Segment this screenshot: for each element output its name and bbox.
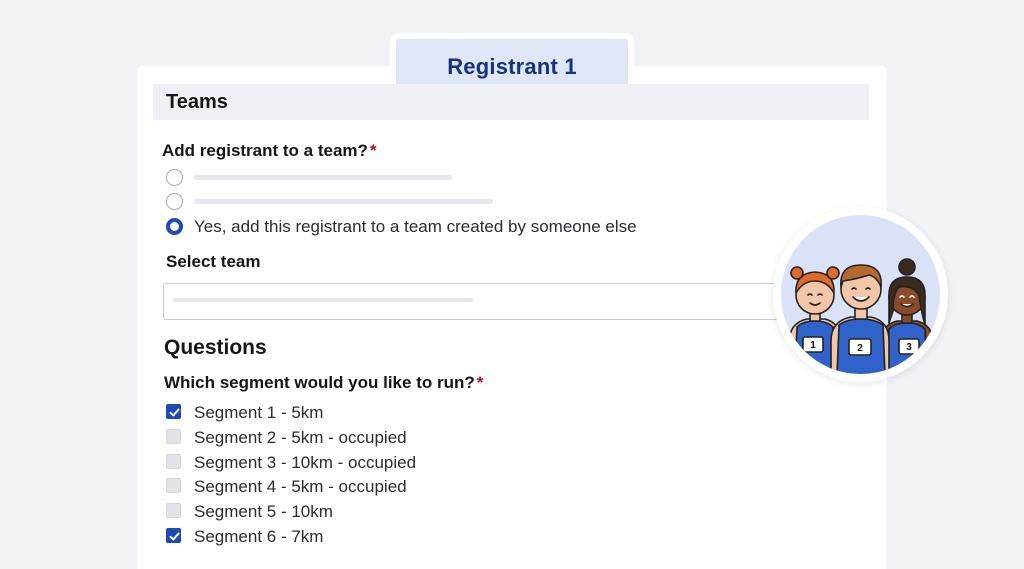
team-avatar: 1 2 3 bbox=[773, 207, 948, 382]
segment-1-checkbox[interactable] bbox=[166, 404, 181, 419]
segment-3-checkbox bbox=[166, 454, 181, 469]
add-to-team-label: Add registrant to a team? * bbox=[162, 141, 377, 161]
segment-question-label: Which segment would you like to run? * bbox=[164, 373, 483, 393]
segment-3-label: Segment 3 - 10km - occupied bbox=[194, 453, 417, 472]
bib-2-label: 2 bbox=[857, 343, 863, 354]
team-option-1-placeholder bbox=[194, 175, 452, 180]
select-team-label: Select team bbox=[166, 252, 261, 271]
required-mark: * bbox=[476, 373, 484, 392]
team-option-3-label[interactable]: Yes, add this registrant to a team creat… bbox=[194, 217, 637, 237]
segment-2-checkbox bbox=[166, 429, 181, 444]
bib-1-label: 1 bbox=[810, 340, 816, 351]
required-mark: * bbox=[369, 141, 377, 160]
team-option-3-radio[interactable] bbox=[166, 218, 183, 235]
checkmark-icon bbox=[169, 408, 180, 417]
segment-6-checkbox[interactable] bbox=[166, 528, 181, 543]
segment-question: Which segment would you like to run? bbox=[164, 373, 475, 392]
checkmark-icon bbox=[169, 532, 180, 541]
teams-section-title: Teams bbox=[153, 84, 869, 120]
segment-2-label: Segment 2 - 5km - occupied bbox=[194, 428, 407, 447]
select-team-dropdown[interactable] bbox=[163, 283, 803, 320]
segment-4-checkbox bbox=[166, 478, 181, 493]
bib-3-label: 3 bbox=[906, 342, 912, 353]
segment-6-label[interactable]: Segment 6 - 7km bbox=[194, 527, 323, 547]
runners-team-icon: 1 2 3 bbox=[788, 258, 934, 374]
questions-heading: Questions bbox=[164, 336, 267, 359]
segment-4-label: Segment 4 - 5km - occupied bbox=[194, 477, 407, 496]
add-to-team-question: Add registrant to a team? bbox=[162, 141, 368, 160]
segment-5-checkbox[interactable] bbox=[166, 503, 181, 518]
segment-5-label[interactable]: Segment 5 - 10km bbox=[194, 502, 333, 522]
team-option-2-radio[interactable] bbox=[166, 193, 183, 210]
team-option-1-radio[interactable] bbox=[166, 169, 183, 186]
team-option-2-placeholder bbox=[194, 199, 493, 204]
select-team-placeholder bbox=[173, 298, 473, 302]
segment-1-label[interactable]: Segment 1 - 5km bbox=[194, 403, 323, 423]
